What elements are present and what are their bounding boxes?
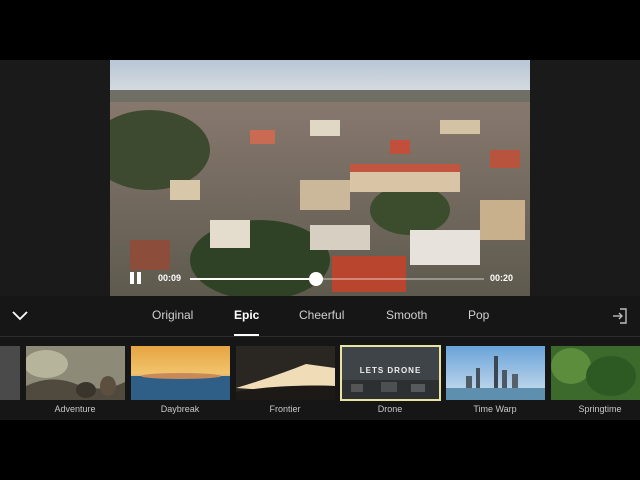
chevron-down-icon [12, 311, 28, 321]
tab-epic[interactable]: Epic [234, 308, 260, 336]
theme-thumbnail-daybreak[interactable] [131, 346, 230, 400]
tab-label: Smooth [386, 308, 428, 322]
preview-area: 00:09 00:20 [0, 60, 640, 296]
time-warp-thumbnail-image [446, 346, 545, 400]
theme-panel: Original Epic Cheerful Smooth Pop Advent… [0, 296, 640, 420]
theme-thumbnail-adventure[interactable] [26, 346, 125, 400]
bottom-letterbox [0, 420, 640, 480]
tab-label: Original [152, 308, 194, 322]
frontier-thumbnail-image [236, 346, 335, 400]
active-tab-indicator [234, 334, 260, 336]
collapse-button[interactable] [10, 306, 30, 326]
theme-thumbnail-time-warp[interactable] [446, 346, 545, 400]
tab-label: Cheerful [299, 308, 345, 322]
theme-label-springtime: Springtime [578, 404, 622, 414]
pause-button[interactable] [130, 272, 144, 286]
theme-thumbnail-drone[interactable]: LETS DRONE [340, 345, 441, 401]
pause-icon-bar [137, 272, 141, 284]
theme-thumbnail-partial[interactable] [0, 346, 20, 400]
springtime-thumbnail-image [551, 346, 640, 400]
adventure-thumbnail-image [26, 346, 125, 400]
top-letterbox [0, 0, 640, 60]
daybreak-thumbnail-image [131, 346, 230, 400]
export-button[interactable] [611, 307, 629, 325]
seek-bar[interactable] [190, 272, 484, 286]
theme-thumbnail-frontier[interactable] [236, 346, 335, 400]
theme-strip[interactable]: Adventure Daybreak Frontier LETS DRONE D… [0, 345, 640, 418]
video-preview[interactable]: 00:09 00:20 [110, 60, 530, 296]
theme-thumbnail-springtime[interactable] [551, 346, 640, 400]
partial-thumbnail-image [0, 346, 20, 400]
theme-label-daybreak: Daybreak [160, 404, 200, 414]
tab-label: Epic [234, 308, 260, 322]
tab-pop[interactable]: Pop [468, 308, 489, 322]
export-icon [613, 308, 627, 324]
total-time: 00:20 [490, 273, 514, 283]
aerial-town-video-frame [110, 60, 530, 296]
tab-cheerful[interactable]: Cheerful [299, 308, 344, 322]
theme-label-frontier: Frontier [269, 404, 301, 414]
tab-smooth[interactable]: Smooth [386, 308, 427, 322]
current-time: 00:09 [158, 273, 182, 283]
tab-label: Pop [468, 308, 490, 322]
theme-label-adventure: Adventure [54, 404, 96, 414]
drone-overlay-text: LETS DRONE [359, 366, 422, 375]
tab-original[interactable]: Original [152, 308, 193, 322]
pause-icon [130, 272, 134, 284]
theme-label-time-warp: Time Warp [473, 404, 517, 414]
seek-bar-fill [190, 278, 317, 280]
theme-label-drone: Drone [377, 404, 403, 414]
style-tab-row: Original Epic Cheerful Smooth Pop [0, 296, 640, 337]
